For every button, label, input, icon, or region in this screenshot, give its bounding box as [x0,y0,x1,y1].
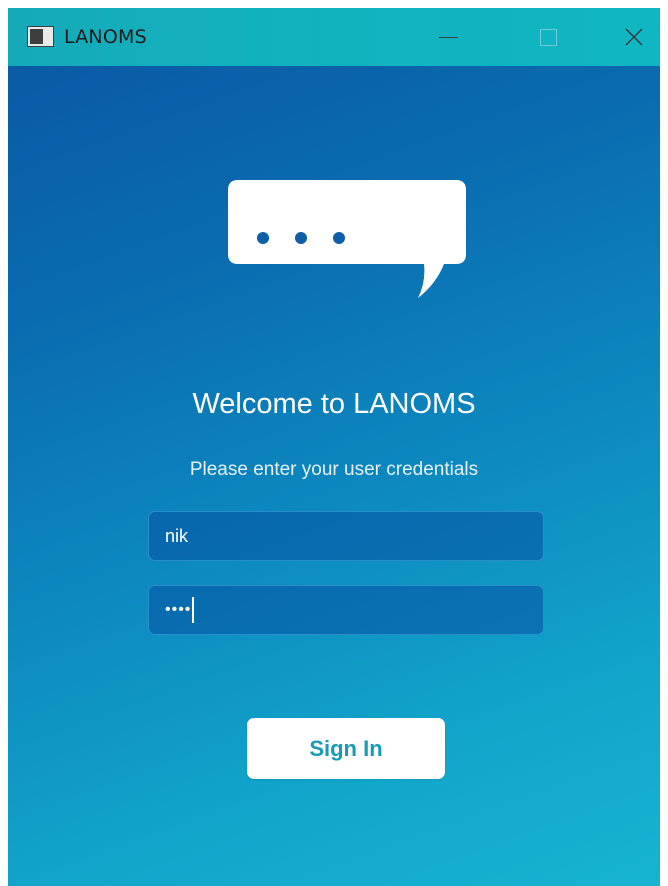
username-value: nik [165,526,189,546]
maximize-icon [539,28,557,46]
password-masked-value: •••• [165,601,192,618]
minimize-button[interactable] [418,8,478,66]
maximize-button[interactable] [518,8,578,66]
app-window-icon [27,26,54,47]
username-input[interactable]: nik [148,511,544,561]
login-window: LANOMS Welcome to LANOMS Please enter yo… [0,0,668,886]
window-title: LANOMS [64,26,147,48]
sign-in-button[interactable]: Sign In [247,718,445,779]
title-bar[interactable]: LANOMS [8,8,660,66]
login-panel: Welcome to LANOMS Please enter your user… [8,66,660,886]
close-icon [625,28,643,46]
chat-bubble-icon [228,180,466,298]
close-button[interactable] [604,8,664,66]
password-input[interactable]: •••• [148,585,544,635]
welcome-heading: Welcome to LANOMS [192,388,476,420]
text-caret [192,597,195,623]
credentials-instruction: Please enter your user credentials [189,459,479,480]
minimize-icon [438,36,458,38]
